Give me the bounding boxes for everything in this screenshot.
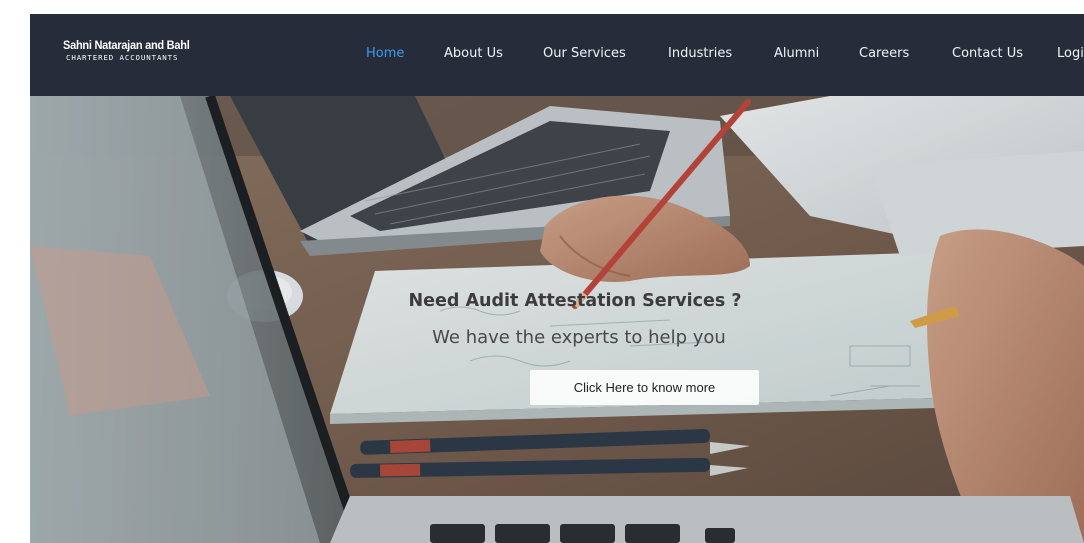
nav-home[interactable]: Home [366, 46, 404, 61]
nav-alumni[interactable]: Alumni [774, 46, 819, 61]
brand-tagline: CHARTERED ACCOUNTANTS [66, 53, 179, 62]
nav-login[interactable]: Logi [1057, 46, 1084, 61]
brand-logo[interactable]: Sahni Natarajan and Bahl CHARTERED ACCOU… [63, 39, 201, 61]
page-frame: Sahni Natarajan and Bahl CHARTERED ACCOU… [30, 14, 1084, 543]
hero-title: Need Audit Attestation Services ? [408, 291, 742, 311]
brand-name: Sahni Natarajan and Bahl [63, 38, 190, 52]
nav-careers[interactable]: Careers [859, 46, 909, 61]
know-more-button[interactable]: Click Here to know more [530, 370, 759, 405]
nav-industries[interactable]: Industries [668, 46, 732, 61]
nav-about-us[interactable]: About Us [444, 46, 503, 61]
nav-our-services[interactable]: Our Services [543, 46, 626, 61]
hero-background-photo [30, 96, 1084, 543]
nav-contact-us[interactable]: Contact Us [952, 46, 1023, 61]
hero-banner: Need Audit Attestation Services ? We hav… [30, 96, 1084, 543]
hero-subtitle: We have the experts to help you [432, 327, 726, 348]
navbar: Sahni Natarajan and Bahl CHARTERED ACCOU… [30, 14, 1084, 96]
